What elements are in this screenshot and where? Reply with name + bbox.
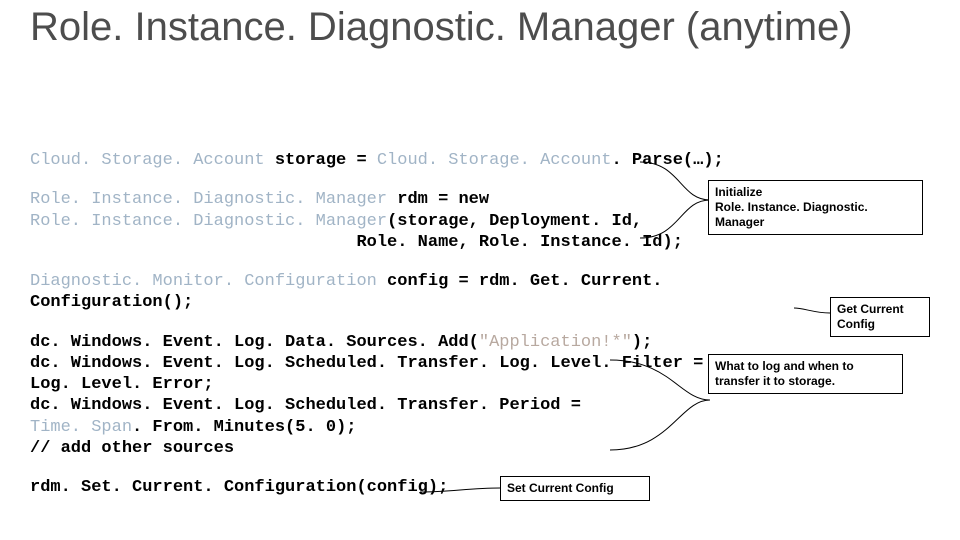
code-type: Cloud. Storage. Account: [30, 151, 265, 170]
code-text: rdm. Set. Current. Configuration(config)…: [30, 478, 448, 497]
code-text: dc. Windows. Event. Log. Data. Sources. …: [30, 333, 479, 352]
callout-set-config: Set Current Config: [500, 476, 650, 501]
code-block-5: rdm. Set. Current. Configuration(config)…: [30, 477, 790, 498]
connector-2: [794, 290, 834, 330]
code-type: Role. Instance. Diagnostic. Manager: [30, 212, 387, 231]
code-block-1: Cloud. Storage. Account storage = Cloud.…: [30, 150, 790, 171]
code-text: . Parse(…);: [612, 151, 724, 170]
slide: Role. Instance. Diagnostic. Manager (any…: [0, 0, 960, 540]
code-text: rdm = new: [387, 190, 489, 209]
code-type: Time. Span: [30, 418, 132, 437]
callout-initialize: Initialize Role. Instance. Diagnostic. M…: [708, 180, 923, 235]
code-text: Role. Name, Role. Instance. Id);: [30, 233, 683, 252]
code-type: Role. Instance. Diagnostic. Manager: [30, 190, 387, 209]
code-block-2: Role. Instance. Diagnostic. Manager rdm …: [30, 189, 790, 253]
code-string: "Application!*": [479, 333, 632, 352]
code-text: storage =: [265, 151, 377, 170]
code-text: (storage, Deployment. Id,: [387, 212, 642, 231]
slide-title: Role. Instance. Diagnostic. Manager (any…: [30, 5, 853, 50]
callout-get-config: Get Current Config: [830, 297, 930, 337]
code-type: Diagnostic. Monitor. Configuration: [30, 272, 377, 291]
callout-what-to-log: What to log and when to transfer it to s…: [708, 354, 903, 394]
code-block-4: dc. Windows. Event. Log. Data. Sources. …: [30, 332, 790, 460]
code-block-3: Diagnostic. Monitor. Configuration confi…: [30, 271, 790, 314]
code-type: Cloud. Storage. Account: [377, 151, 612, 170]
code-area: Cloud. Storage. Account storage = Cloud.…: [30, 150, 790, 516]
